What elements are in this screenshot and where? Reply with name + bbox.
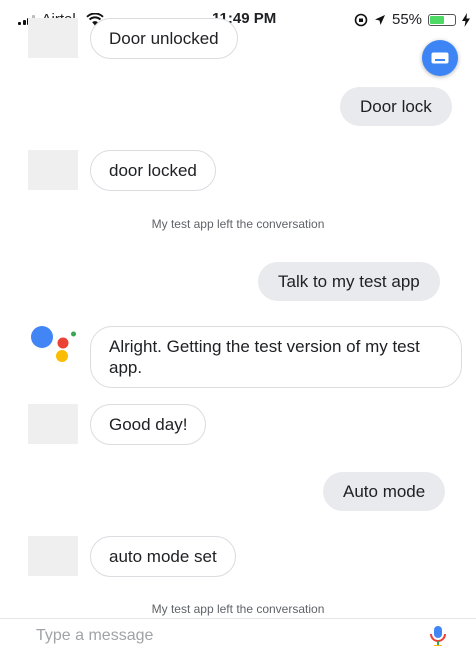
app-message: Door unlocked (90, 18, 238, 59)
app-avatar (28, 404, 78, 444)
rotation-lock-icon (354, 13, 368, 26)
keyboard-button[interactable] (422, 40, 458, 76)
mic-icon[interactable] (428, 625, 448, 646)
keyboard-icon (431, 52, 449, 64)
user-message[interactable]: Door lock (340, 87, 452, 126)
app-message: Good day! (90, 404, 207, 445)
app-avatar (28, 150, 78, 190)
google-assistant-logo (31, 326, 76, 362)
system-note: My test app left the conversation (151, 602, 325, 616)
battery-icon (428, 13, 457, 26)
system-note: My test app left the conversation (151, 217, 325, 231)
message-input[interactable]: Type a message (36, 627, 153, 645)
message-input-bar[interactable]: Type a message (0, 618, 476, 646)
battery-percent: 55% (392, 11, 423, 28)
location-icon (375, 14, 385, 25)
charging-icon (462, 12, 471, 27)
status-right: 55% (354, 11, 471, 28)
assistant-message: Alright. Getting the test version of my … (90, 326, 462, 388)
app-message: door locked (90, 150, 216, 191)
app-avatar (28, 536, 78, 576)
user-message[interactable]: Talk to my test app (258, 262, 440, 301)
user-message[interactable]: Auto mode (323, 472, 446, 511)
app-message: auto mode set (90, 536, 236, 577)
app-avatar (28, 18, 78, 58)
